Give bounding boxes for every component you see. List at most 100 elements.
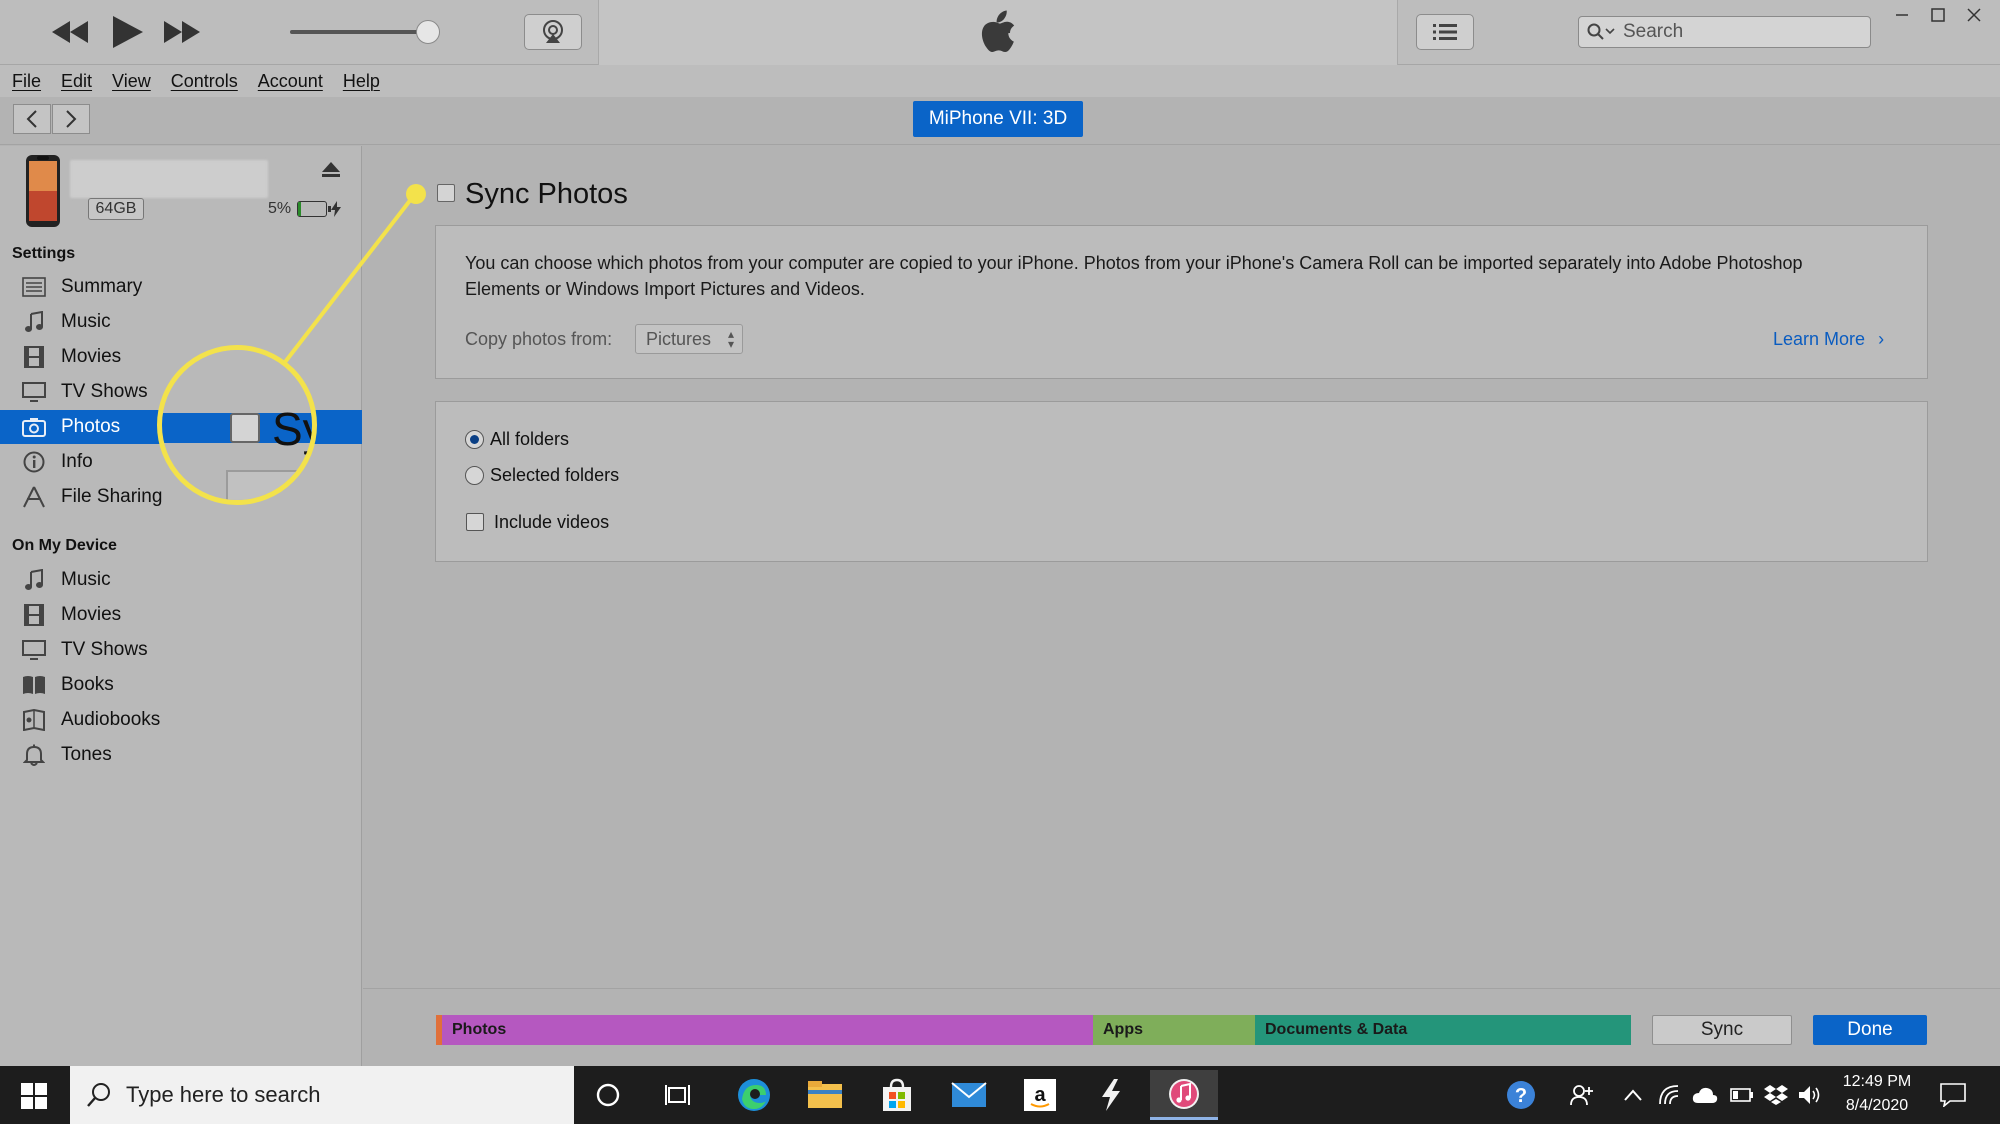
- cortana-button[interactable]: [580, 1070, 636, 1120]
- sync-button[interactable]: Sync: [1652, 1015, 1792, 1045]
- sidebar-item-device-audiobooks[interactable]: Audiobooks: [0, 703, 362, 737]
- apple-logo-icon: [977, 9, 1017, 60]
- stepper-arrows-icon: ▴ ▾: [727, 327, 734, 351]
- sync-photos-label[interactable]: Sync Photos: [465, 178, 628, 211]
- magnified-panel-edge: [226, 470, 312, 500]
- battery-tray-icon[interactable]: [1730, 1080, 1754, 1110]
- minimize-icon: [1896, 14, 1908, 16]
- show-hidden-icons-button[interactable]: [1624, 1080, 1642, 1110]
- sidebar-item-label: Summary: [61, 276, 143, 297]
- settings-header: Settings: [12, 245, 76, 262]
- action-center-button[interactable]: [1940, 1080, 1966, 1110]
- start-button[interactable]: [14, 1078, 54, 1114]
- chevron-right-icon: ›: [1878, 329, 1885, 349]
- store-bag-icon: [883, 1078, 911, 1111]
- sidebar-item-device-books[interactable]: Books: [0, 668, 362, 702]
- search-icon: [1587, 23, 1615, 40]
- forward-button[interactable]: [52, 104, 90, 134]
- taskbar-search-box[interactable]: [70, 1066, 574, 1124]
- iphone-device-icon: [22, 153, 64, 234]
- sidebar-item-label: Tones: [61, 744, 112, 765]
- amazon-icon: a: [1024, 1079, 1056, 1111]
- done-button[interactable]: Done: [1813, 1015, 1927, 1045]
- sidebar-item-device-music[interactable]: Music: [0, 563, 362, 597]
- up-next-list-button[interactable]: [1416, 14, 1474, 50]
- back-button[interactable]: [13, 104, 51, 134]
- sidebar-item-device-movies[interactable]: Movies: [0, 598, 362, 632]
- tv-icon: [20, 380, 48, 404]
- search-input[interactable]: [1623, 21, 1853, 43]
- mail-envelope-icon: [951, 1082, 987, 1107]
- menu-file[interactable]: File: [12, 71, 41, 92]
- taskbar-search-input[interactable]: [126, 1082, 526, 1108]
- volume-slider-knob[interactable]: [416, 20, 440, 44]
- all-folders-label[interactable]: All folders: [490, 429, 569, 450]
- selected-folders-radio[interactable]: [465, 466, 484, 485]
- people-icon: [1570, 1085, 1593, 1106]
- callout-magnifier: Sy: [157, 345, 317, 505]
- mail-button[interactable]: [941, 1070, 997, 1120]
- device-name-redacted: [70, 160, 268, 198]
- copy-photos-from-select[interactable]: Pictures ▴ ▾: [635, 324, 743, 354]
- list-icon: [1433, 24, 1457, 40]
- people-tray-button[interactable]: [1570, 1080, 1594, 1110]
- sync-photos-checkbox[interactable]: [437, 184, 455, 202]
- maximize-window-button[interactable]: [1920, 2, 1956, 28]
- film-icon: [20, 603, 48, 627]
- device-name-pill[interactable]: MiPhone VII: 3D: [913, 101, 1083, 137]
- edge-browser-button[interactable]: [726, 1070, 782, 1120]
- film-icon: [20, 345, 48, 369]
- rewind-icon: [52, 21, 88, 43]
- minimize-window-button[interactable]: [1884, 2, 1920, 28]
- task-view-icon: [665, 1085, 690, 1105]
- search-box[interactable]: [1578, 16, 1871, 48]
- eject-button[interactable]: [322, 162, 340, 183]
- airplay-button[interactable]: [524, 14, 582, 50]
- microsoft-store-button[interactable]: [869, 1070, 925, 1120]
- dropbox-tray-icon[interactable]: [1764, 1080, 1788, 1110]
- info-icon: [20, 450, 48, 474]
- itunes-taskbar-button[interactable]: [1150, 1070, 1218, 1120]
- all-folders-radio[interactable]: [465, 430, 484, 449]
- clock-time: 12:49 PM: [1842, 1073, 1912, 1090]
- include-videos-checkbox[interactable]: [466, 513, 484, 531]
- menu-controls[interactable]: Controls: [171, 71, 238, 92]
- rewind-button[interactable]: [48, 12, 92, 52]
- play-button[interactable]: [108, 12, 148, 52]
- play-icon: [113, 16, 143, 48]
- capacity-segment-photos: Photos: [442, 1015, 1093, 1045]
- battery-tray-glyph: [1730, 1088, 1753, 1102]
- menu-account[interactable]: Account: [258, 71, 323, 92]
- onedrive-tray-icon[interactable]: [1692, 1080, 1718, 1110]
- volume-slider-track[interactable]: [290, 30, 430, 34]
- chevron-up-icon: [1624, 1089, 1642, 1101]
- copy-photos-from-value: Pictures: [646, 328, 712, 349]
- eject-icon: [322, 162, 340, 177]
- task-view-button[interactable]: [650, 1070, 706, 1120]
- close-icon: [1967, 8, 1981, 22]
- sidebar-item-summary[interactable]: Summary: [0, 270, 362, 304]
- sidebar-item-label: File Sharing: [61, 486, 163, 507]
- help-tray-button[interactable]: ?: [1506, 1080, 1536, 1110]
- network-tray-icon[interactable]: [1658, 1080, 1680, 1110]
- sidebar-item-device-tones[interactable]: Tones: [0, 738, 362, 772]
- fast-forward-button[interactable]: [160, 12, 204, 52]
- close-window-button[interactable]: [1956, 2, 1992, 28]
- pinned-app-button[interactable]: [1083, 1070, 1139, 1120]
- include-videos-label[interactable]: Include videos: [494, 512, 609, 533]
- menu-edit[interactable]: Edit: [61, 71, 92, 92]
- volume-tray-icon[interactable]: [1798, 1080, 1824, 1110]
- sidebar-item-device-tv-shows[interactable]: TV Shows: [0, 633, 362, 667]
- menu-view[interactable]: View: [112, 71, 151, 92]
- search-icon: [87, 1083, 110, 1107]
- file-explorer-button[interactable]: [797, 1070, 853, 1120]
- selected-folders-label[interactable]: Selected folders: [490, 465, 619, 486]
- notification-icon: [1940, 1083, 1966, 1107]
- taskbar-clock[interactable]: 12:49 PM 8/4/2020: [1832, 1070, 1922, 1118]
- sidebar-item-music[interactable]: Music: [0, 305, 362, 339]
- bell-icon: [20, 743, 48, 767]
- amazon-button[interactable]: a: [1012, 1070, 1068, 1120]
- menu-help[interactable]: Help: [343, 71, 380, 92]
- copy-photos-from-label: Copy photos from:: [465, 329, 613, 349]
- learn-more-link[interactable]: Learn More ›: [1773, 329, 1884, 350]
